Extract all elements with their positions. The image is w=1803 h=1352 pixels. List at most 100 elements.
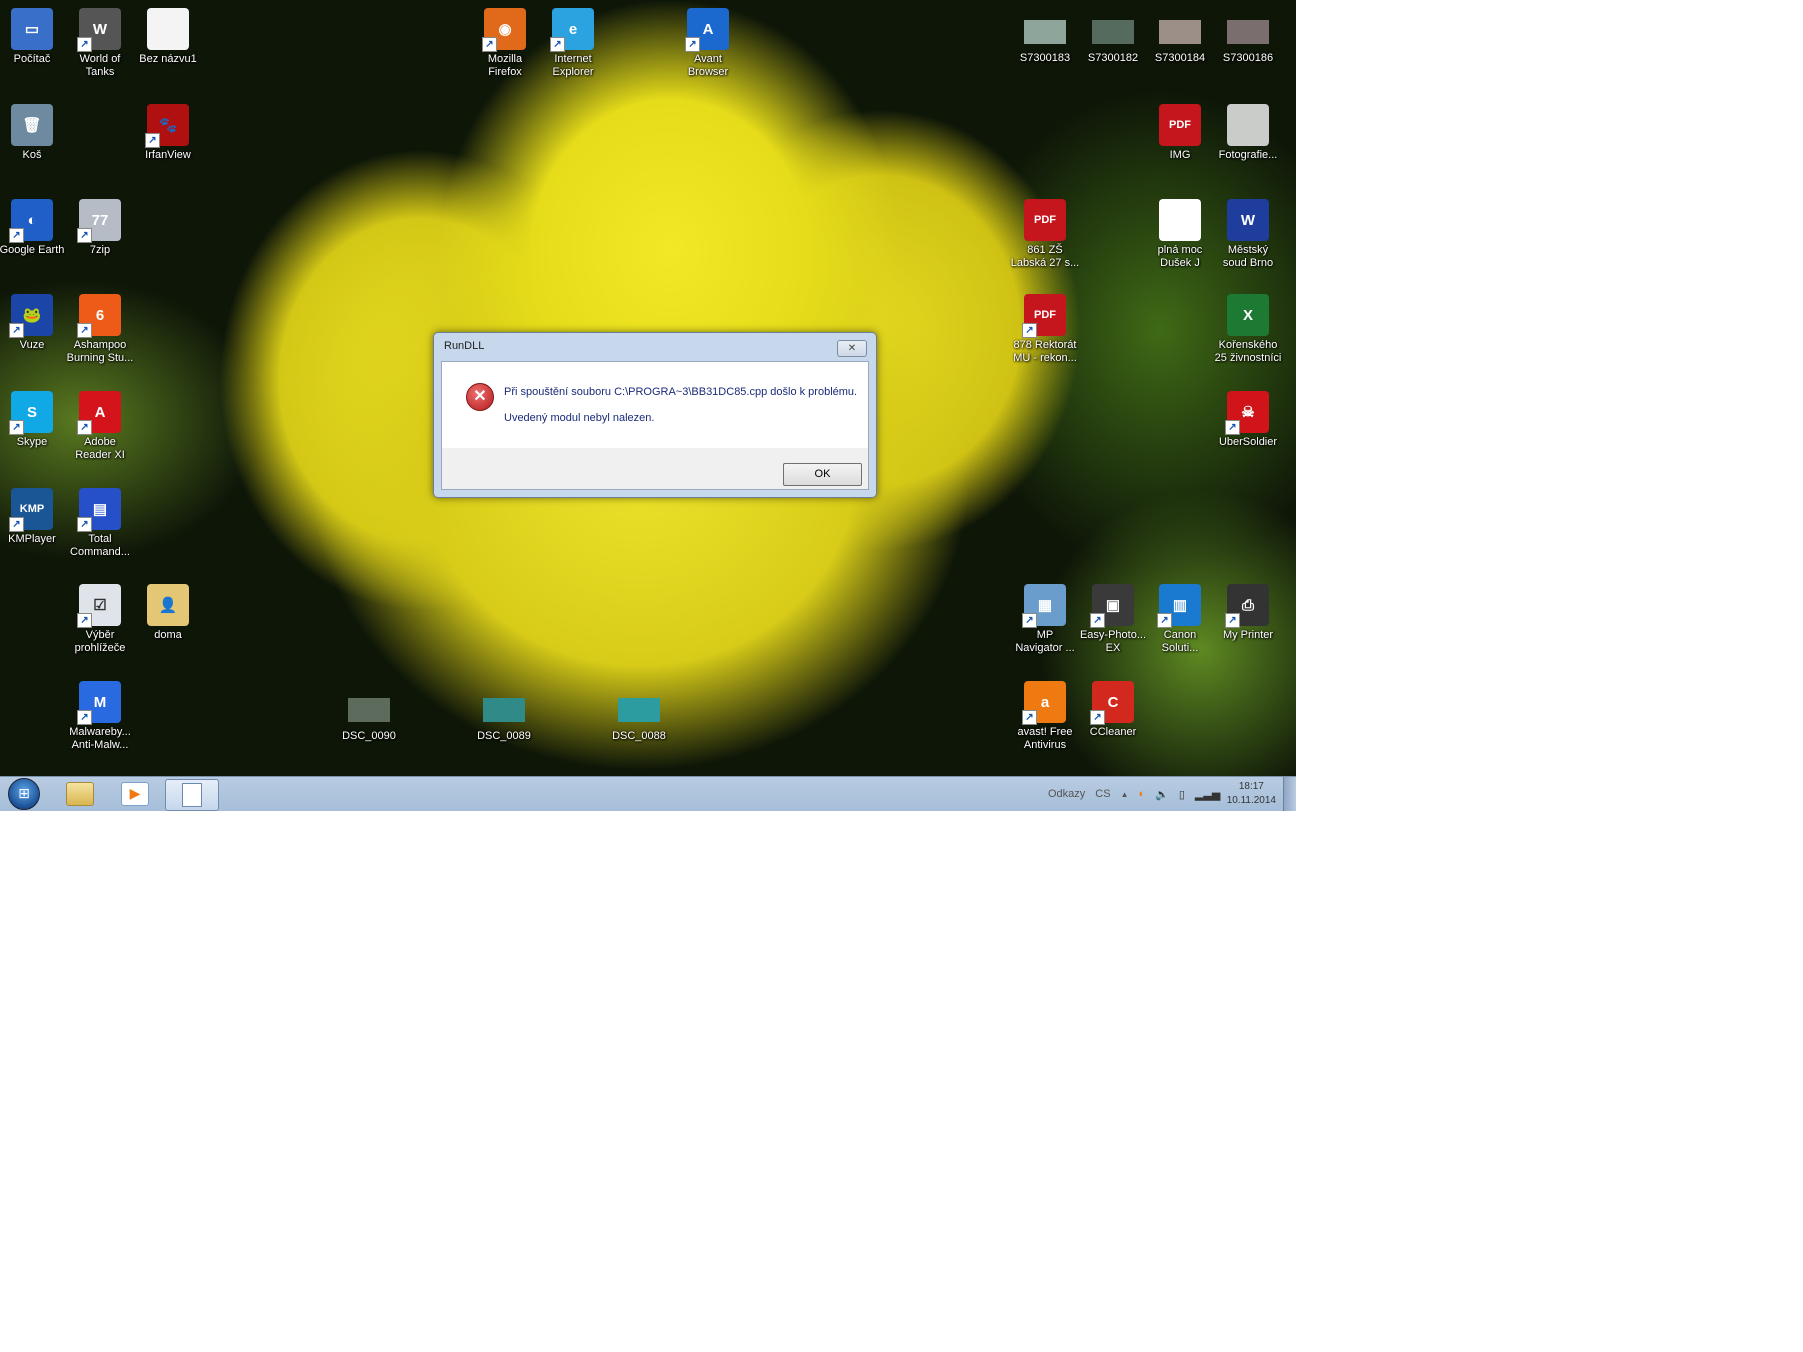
dsc-0088-icon <box>618 698 660 722</box>
shortcut-arrow-icon: ↗ <box>77 228 92 243</box>
show-hidden-icons-button[interactable]: ▲ <box>1121 790 1129 799</box>
clock-time: 18:17 <box>1238 781 1264 792</box>
desktop-icon-avant-browser[interactable]: A ↗ Avant Browser <box>673 8 743 79</box>
desktop-icon-korenskeho[interactable]: X Kořenského 25 živnostníci <box>1213 294 1283 365</box>
desktop-icon-label: Počítač <box>13 53 51 65</box>
avant-browser-icon: A ↗ <box>685 8 729 52</box>
861-zs-icon: PDF <box>1024 199 1066 241</box>
plna-moc-icon <box>1159 199 1201 241</box>
s7300184-icon <box>1159 20 1201 44</box>
links-toolbar[interactable]: Odkazy <box>1048 788 1085 800</box>
desktop-icon-total-commander[interactable]: ▤ ↗ Total Command... <box>65 488 135 559</box>
language-indicator[interactable]: CS <box>1095 788 1110 800</box>
power-icon[interactable]: ▯ <box>1179 788 1185 801</box>
shortcut-arrow-icon: ↗ <box>145 133 160 148</box>
desktop-icon-easy-photo-print[interactable]: ▣ ↗ Easy-Photo... EX <box>1078 584 1148 655</box>
show-desktop-button[interactable] <box>1283 777 1296 811</box>
start-button[interactable]: ⊞ <box>6 778 42 810</box>
desktop-icon-label: My Printer <box>1222 629 1274 641</box>
desktop-icon-fotografie[interactable]: Fotografie... <box>1213 104 1283 162</box>
desktop-icon-my-printer[interactable]: ⎙ ↗ My Printer <box>1213 584 1283 642</box>
rundll-error-dialog: RunDLL ✕ ✕ Při spouštění souboru C:\PROG… <box>433 332 877 498</box>
desktop-icon-label: plná moc <box>1157 244 1203 256</box>
clock[interactable]: 18:17 10.11.2014 <box>1227 780 1276 808</box>
desktop-icon-label: DSC_0088 <box>612 730 666 742</box>
desktop-icon-adobe-reader[interactable]: A ↗ Adobe Reader XI <box>65 391 135 462</box>
dialog-close-button[interactable]: ✕ <box>837 340 867 357</box>
desktop-icon-label: Reader XI <box>75 449 125 461</box>
desktop-icon-label: Total <box>88 533 112 545</box>
desktop-icon-bez-nazvu1[interactable]: Bez názvu1 <box>133 8 203 66</box>
volume-icon[interactable]: 🔈 <box>1155 788 1169 801</box>
world-of-tanks-icon: W ↗ <box>77 8 121 52</box>
desktop-icon-irfanview[interactable]: 🐾 ↗ IrfanView <box>133 104 203 162</box>
desktop-icon-img[interactable]: PDF IMG <box>1145 104 1215 162</box>
mp-navigator-icon: ▦ ↗ <box>1022 584 1066 628</box>
shortcut-arrow-icon: ↗ <box>9 420 24 435</box>
shortcut-arrow-icon: ↗ <box>482 37 497 52</box>
window-icon <box>182 783 202 807</box>
desktop-icon-vuze[interactable]: 🐸 ↗ Vuze <box>0 294 67 352</box>
desktop-icon-firefox[interactable]: ◉ ↗ Mozilla Firefox <box>470 8 540 79</box>
shortcut-arrow-icon: ↗ <box>77 613 92 628</box>
desktop-icon-internet-explorer[interactable]: e ↗ Internet Explorer <box>538 8 608 79</box>
desktop-icon-mp-navigator[interactable]: ▦ ↗ MP Navigator ... <box>1010 584 1080 655</box>
ubersoldier-icon: ☠ ↗ <box>1225 391 1269 435</box>
taskbar-rundll-window-button[interactable] <box>165 779 219 811</box>
desktop-icon-ubersoldier[interactable]: ☠ ↗ UberSoldier <box>1213 391 1283 449</box>
dialog-title: RunDLL <box>444 340 485 352</box>
desktop-icon-dsc-0088[interactable]: DSC_0088 <box>604 688 674 743</box>
desktop-icon-dsc-0090[interactable]: DSC_0090 <box>334 688 404 743</box>
desktop-icon-kos[interactable]: 🗑 Koš <box>0 104 67 162</box>
desktop-icon-label: S7300183 <box>1019 52 1071 64</box>
desktop-icon-skype[interactable]: S ↗ Skype <box>0 391 67 449</box>
ok-button[interactable]: OK <box>783 463 862 486</box>
avast-tray-icon[interactable]: ◐ <box>1139 788 1146 800</box>
desktop-icon-label: Burning Stu... <box>66 352 134 364</box>
desktop-icon-s7300186[interactable]: S7300186 <box>1213 10 1283 65</box>
dsc-0090-icon <box>348 698 390 722</box>
desktop-icon-canon-solution[interactable]: ▥ ↗ Canon Soluti... <box>1145 584 1215 655</box>
desktop-icon-doma[interactable]: 👤 doma <box>133 584 203 642</box>
vyber-prohlizece-icon: ☑ ↗ <box>77 584 121 628</box>
desktop-icon-label: Výběr <box>85 629 115 641</box>
desktop-icon-mestsky-soud[interactable]: W Městský soud Brno <box>1213 199 1283 270</box>
google-earth-icon: ◐ ↗ <box>9 199 53 243</box>
bez-nazvu1-icon <box>147 8 189 50</box>
desktop-icon-861-zs[interactable]: PDF 861 ZŠ Labská 27 s... <box>1010 199 1080 270</box>
desktop-icon-pocitac[interactable]: ▭ Počítač <box>0 8 67 66</box>
desktop-icon-google-earth[interactable]: ◐ ↗ Google Earth <box>0 199 67 257</box>
desktop-icon-label: Malwareby... <box>69 726 131 738</box>
desktop-icon-dsc-0089[interactable]: DSC_0089 <box>469 688 539 743</box>
desktop-icon-s7300183[interactable]: S7300183 <box>1010 10 1080 65</box>
7zip-icon: 77 ↗ <box>77 199 121 243</box>
my-printer-icon: ⎙ ↗ <box>1225 584 1269 628</box>
desktop-icon-kmplayer[interactable]: KMP ↗ KMPlayer <box>0 488 67 546</box>
desktop-icon-label: Kořenského <box>1218 339 1278 351</box>
desktop-icon-label: Anti-Malw... <box>71 739 129 751</box>
desktop-icon-label: Navigator ... <box>1015 642 1075 654</box>
desktop-icon-s7300182[interactable]: S7300182 <box>1078 10 1148 65</box>
desktop-icon-label: UberSoldier <box>1218 436 1278 448</box>
taskbar-media-player-button[interactable]: ▶ <box>110 779 160 809</box>
desktop-icon-world-of-tanks[interactable]: W ↗ World of Tanks <box>65 8 135 79</box>
dialog-message-line1: Při spouštění souboru C:\PROGRA~3\BB31DC… <box>504 386 858 398</box>
desktop-icon-label: DSC_0089 <box>477 730 531 742</box>
network-signal-icon[interactable]: ▂▃▅ <box>1195 788 1220 801</box>
folder-icon <box>66 782 94 806</box>
desktop-icon-malwarebytes[interactable]: M ↗ Malwareby... Anti-Malw... <box>65 681 135 752</box>
desktop-icon-label: EX <box>1105 642 1121 654</box>
taskbar-explorer-button[interactable] <box>55 779 105 809</box>
desktop-icon-plna-moc[interactable]: plná moc Dušek J <box>1145 199 1215 270</box>
desktop-icon-label: Bez názvu1 <box>139 53 197 65</box>
desktop-icon-878-rektorat[interactable]: PDF ↗ 878 Rektorát MU - rekon... <box>1010 294 1080 365</box>
desktop-icon-7zip[interactable]: 77 ↗ 7zip <box>65 199 135 257</box>
desktop-icon-avast[interactable]: a ↗ avast! Free Antivirus <box>1010 681 1080 752</box>
desktop-icon-label: 7zip <box>89 244 111 256</box>
desktop-icon-s7300184[interactable]: S7300184 <box>1145 10 1215 65</box>
desktop-icon-ccleaner[interactable]: C ↗ CCleaner <box>1078 681 1148 739</box>
shortcut-arrow-icon: ↗ <box>77 420 92 435</box>
avast-icon: a ↗ <box>1022 681 1066 725</box>
desktop-icon-vyber-prohlizece[interactable]: ☑ ↗ Výběr prohlížeče <box>65 584 135 655</box>
desktop-icon-ashampoo[interactable]: 6 ↗ Ashampoo Burning Stu... <box>65 294 135 365</box>
